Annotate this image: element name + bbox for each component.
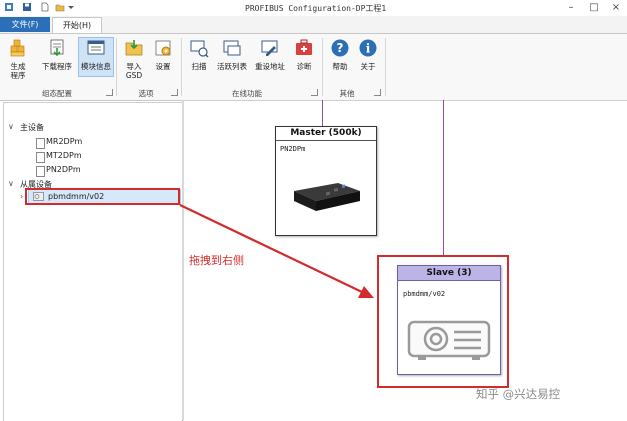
master-device-icon bbox=[36, 166, 45, 177]
group-launcher-icon[interactable] bbox=[311, 89, 318, 96]
about-label: 关于 bbox=[360, 62, 376, 71]
highlight-box bbox=[25, 188, 180, 205]
minimize-icon[interactable]: – bbox=[560, 0, 582, 15]
slave-device-name: pbmdmm/v02 bbox=[403, 290, 446, 298]
new-icon[interactable] bbox=[40, 2, 50, 12]
scan-button[interactable]: 扫描 bbox=[186, 38, 212, 71]
diagnose-label: 诊断 bbox=[296, 62, 312, 71]
diagnose-button[interactable]: 诊断 bbox=[292, 38, 316, 71]
import-gsd-button[interactable]: 导入 GSD bbox=[121, 38, 147, 80]
tree-item-master[interactable]: MR2DPm bbox=[46, 137, 82, 146]
tree-group-master[interactable]: 主设备 bbox=[20, 122, 44, 133]
reset-address-button[interactable]: 重设地址 bbox=[252, 38, 288, 71]
group-separator bbox=[322, 38, 323, 96]
slave-bus-line bbox=[443, 100, 444, 255]
diagnose-icon bbox=[296, 39, 312, 55]
tab-start[interactable]: 开始(H) bbox=[52, 17, 102, 33]
group-launcher-icon[interactable] bbox=[171, 89, 178, 96]
drag-instruction-label: 拖拽到右侧 bbox=[189, 254, 244, 267]
app-icon bbox=[5, 3, 13, 11]
master-device-box[interactable]: Master (500k) PN2DPm bbox=[275, 126, 377, 236]
generate-program-button[interactable]: 生成 程序 bbox=[5, 38, 31, 80]
expand-item-icon[interactable]: › bbox=[20, 192, 23, 201]
download-program-button[interactable]: 下载程序 bbox=[39, 38, 75, 71]
slave-module-image bbox=[407, 320, 491, 360]
tab-file[interactable]: 文件(F) bbox=[0, 17, 50, 32]
master-device-icon bbox=[36, 138, 45, 149]
master-bus-line bbox=[322, 100, 323, 126]
expand-slave-icon[interactable]: ∨ bbox=[8, 179, 14, 188]
help-button[interactable]: ? 帮助 bbox=[328, 38, 352, 71]
active-list-icon bbox=[223, 40, 241, 56]
svg-text:?: ? bbox=[337, 41, 344, 55]
module-info-label: 模块信息 bbox=[81, 62, 111, 71]
svg-text:i: i bbox=[366, 42, 371, 56]
module-info-button[interactable]: 模块信息 bbox=[78, 37, 114, 77]
open-icon[interactable] bbox=[55, 2, 65, 12]
ribbon: 生成 程序 下载程序 模块信息 组态配置 导入 GSD 设置 选项 扫描 活跃列… bbox=[0, 33, 627, 101]
settings-icon bbox=[155, 40, 171, 56]
group-label-other: 其他 bbox=[339, 89, 355, 98]
group-label-online: 在线功能 bbox=[232, 89, 262, 98]
title-bar: PROFIBUS Configuration-DP工程1 – □ × bbox=[0, 0, 627, 17]
settings-button[interactable]: 设置 bbox=[150, 38, 176, 71]
generate-program-icon bbox=[10, 39, 25, 57]
master-device-header: Master (500k) bbox=[276, 127, 376, 141]
settings-label: 设置 bbox=[155, 62, 171, 71]
active-list-button[interactable]: 活跃列表 bbox=[214, 38, 250, 71]
master-device-image bbox=[294, 183, 360, 211]
tree-item-master[interactable]: MT2DPm bbox=[46, 151, 82, 160]
close-icon[interactable]: × bbox=[605, 0, 627, 15]
slave-device-header: Slave (3) bbox=[398, 266, 500, 281]
ribbon-tab-row: 文件(F) 开始(H) bbox=[0, 16, 627, 33]
save-icon[interactable] bbox=[22, 2, 32, 12]
expand-master-icon[interactable]: ∨ bbox=[8, 122, 14, 131]
module-info-icon bbox=[87, 40, 105, 55]
download-program-label: 下载程序 bbox=[42, 62, 72, 71]
device-tree-pane bbox=[3, 102, 183, 421]
generate-program-label: 生成 程序 bbox=[10, 62, 26, 80]
master-device-name: PN2DPm bbox=[280, 145, 306, 153]
help-icon: ? bbox=[331, 39, 349, 57]
group-launcher-icon[interactable] bbox=[374, 89, 381, 96]
import-gsd-label: 导入 GSD bbox=[125, 62, 143, 80]
master-device-icon bbox=[36, 152, 45, 163]
import-gsd-icon bbox=[125, 40, 143, 56]
scan-label: 扫描 bbox=[191, 62, 207, 71]
tree-item-master[interactable]: PN2DPm bbox=[46, 165, 81, 174]
reset-address-label: 重设地址 bbox=[255, 62, 285, 71]
dropdown-icon[interactable] bbox=[68, 2, 74, 12]
group-separator bbox=[116, 38, 117, 96]
about-icon: i bbox=[359, 39, 377, 57]
about-button[interactable]: i 关于 bbox=[356, 38, 380, 71]
group-launcher-icon[interactable] bbox=[106, 89, 113, 96]
active-list-label: 活跃列表 bbox=[217, 62, 247, 71]
download-program-icon bbox=[50, 39, 64, 57]
scan-icon bbox=[190, 40, 209, 58]
slave-device-box[interactable]: Slave (3) pbmdmm/v02 bbox=[397, 265, 501, 375]
watermark: 知乎 @兴达易控 bbox=[476, 387, 561, 401]
maximize-icon[interactable]: □ bbox=[583, 0, 605, 15]
group-separator bbox=[385, 38, 386, 96]
group-label-config: 组态配置 bbox=[42, 89, 72, 98]
help-label: 帮助 bbox=[332, 62, 348, 71]
group-separator bbox=[181, 38, 182, 96]
reset-address-icon bbox=[261, 40, 278, 56]
group-label-options: 选项 bbox=[138, 89, 154, 98]
window-title: PROFIBUS Configuration-DP工程1 bbox=[245, 4, 387, 13]
